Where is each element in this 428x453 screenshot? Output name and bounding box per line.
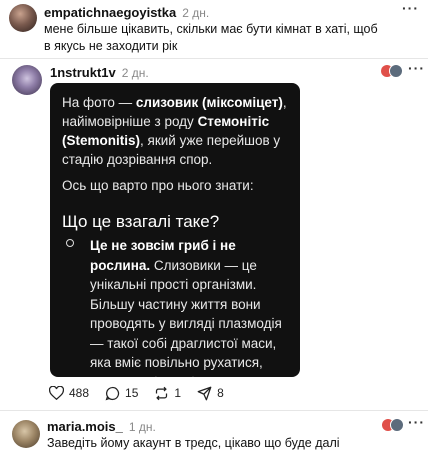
avatar-badge-icon	[390, 418, 404, 432]
username[interactable]: 1nstrukt1v	[50, 65, 116, 80]
avatar[interactable]	[12, 420, 40, 448]
card-list-item: Це не зовсім гриб і не рослина. Слизовик…	[90, 238, 282, 377]
username[interactable]: maria.mois_	[47, 419, 123, 434]
reply-post-3: maria.mois_ 1 дн. ··· Заведіть йому акаун…	[0, 411, 428, 453]
repost-icon	[156, 386, 168, 400]
post-text: Заведіть йому акаунт в тредс, цікаво що …	[47, 436, 340, 450]
avatar[interactable]	[12, 65, 42, 95]
repost-count: 1	[174, 386, 182, 400]
share-icon	[197, 386, 212, 400]
username[interactable]: empatichnaegoyistka	[44, 5, 176, 20]
timestamp: 2 дн.	[121, 66, 149, 80]
more-options-icon[interactable]: ···	[402, 0, 419, 16]
avatar[interactable]	[9, 4, 37, 32]
timestamp: 2 дн.	[182, 6, 210, 20]
more-options-icon[interactable]: ···	[408, 60, 425, 76]
comment-icon	[105, 386, 120, 400]
more-options-icon[interactable]: ···	[408, 414, 425, 430]
share-count: 8	[217, 386, 224, 400]
avatar-badge-icon	[389, 64, 403, 78]
bullet-icon	[66, 239, 74, 247]
comment-count: 15	[125, 386, 139, 400]
like-button[interactable]: 488	[49, 386, 89, 400]
card-paragraph-1: На фото — слизовик (міксоміцет), найімов…	[62, 95, 287, 167]
card-heading: Що це взагалі таке?	[62, 212, 220, 231]
like-count: 488	[69, 386, 90, 400]
timestamp: 1 дн.	[128, 420, 156, 434]
post-text: мене більше цікавить, скільки має бути к…	[44, 22, 378, 53]
reply-post-1: empatichnaegoyistka 2 дн. ··· мене більше…	[0, 0, 428, 53]
repost-button[interactable]: 1	[154, 386, 181, 401]
card-paragraph-2: Ось що варто про нього знати:	[62, 178, 254, 193]
share-button[interactable]: 8	[197, 386, 224, 401]
heart-icon	[49, 386, 64, 400]
image-card[interactable]: На фото — слизовик (міксоміцет), найімов…	[50, 83, 300, 377]
post-actions: 488 15 1 8	[49, 384, 240, 402]
comment-button[interactable]: 15	[105, 386, 138, 401]
